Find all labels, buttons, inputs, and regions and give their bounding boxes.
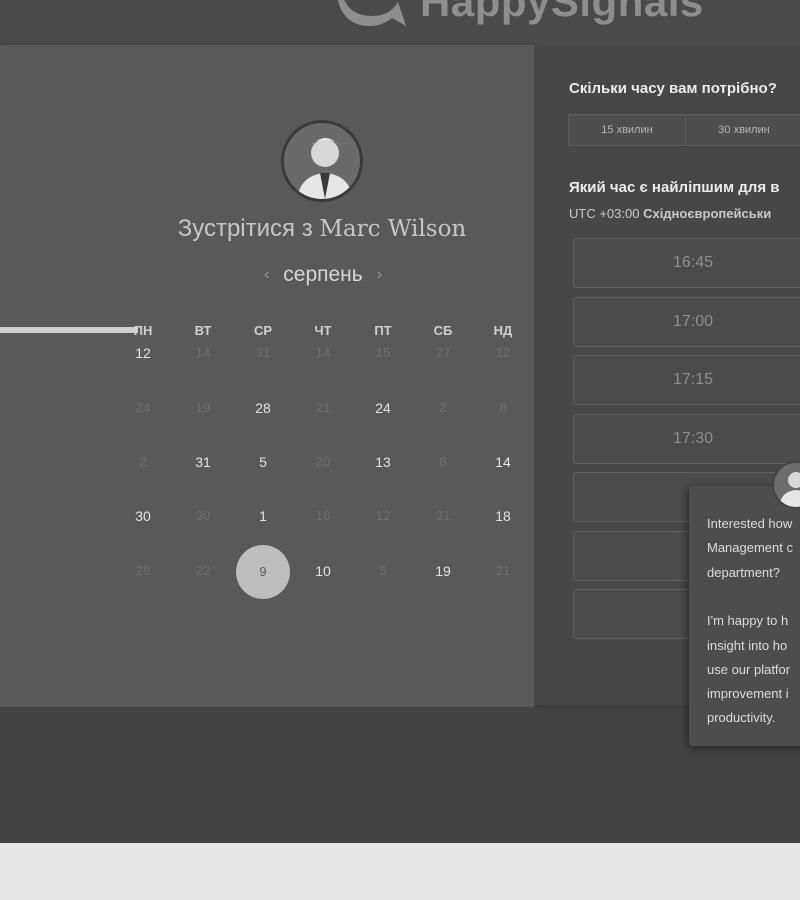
calendar-day: 19 bbox=[195, 400, 211, 415]
time-question: Який час є найліпшим для в bbox=[569, 179, 780, 196]
calendar-day: 16 bbox=[315, 508, 331, 523]
chat-text-line: Management c bbox=[707, 540, 793, 556]
calendar-day: 21 bbox=[315, 400, 331, 415]
chat-text-line: insight into ho bbox=[707, 637, 788, 653]
weekday-header: ВТ bbox=[194, 323, 212, 338]
timezone-selector[interactable]: UTC +03:00 Східноєвропейськи bbox=[569, 206, 771, 221]
chat-text-line: improvement i bbox=[707, 686, 789, 702]
next-month-icon[interactable]: › bbox=[377, 266, 382, 284]
calendar-day: 27 bbox=[435, 345, 451, 360]
calendar-day[interactable]: 12 bbox=[118, 345, 168, 361]
footer-band bbox=[0, 707, 800, 843]
weekday-header: ЧТ bbox=[314, 323, 332, 338]
weekday-header: ПТ bbox=[374, 323, 392, 338]
duration-15-button[interactable]: 15 хвилин bbox=[569, 115, 686, 145]
calendar-day: 20 bbox=[315, 454, 331, 469]
duration-selector: 15 хвилин 30 хвилин bbox=[568, 114, 800, 146]
calendar-day[interactable]: 31 bbox=[178, 454, 228, 470]
calendar-day[interactable]: 13 bbox=[358, 454, 408, 470]
page-overlay: HappySignals Зустрітися з Marc Wilson ‹ … bbox=[0, 0, 800, 843]
logo-text: HappySignals bbox=[420, 0, 704, 25]
calendar-day: 14 bbox=[315, 345, 331, 360]
chat-text-line: I'm happy to h bbox=[707, 613, 789, 629]
calendar-day[interactable]: 1 bbox=[238, 508, 288, 524]
timezone-name: Східноєвропейськи bbox=[643, 206, 772, 221]
weekday-header: СР bbox=[253, 323, 273, 338]
calendar-day: 8 bbox=[439, 454, 447, 469]
calendar-day: 24 bbox=[135, 400, 151, 415]
weekday-header: НД bbox=[493, 323, 513, 338]
calendar-day: 21 bbox=[495, 563, 511, 578]
calendar-day: 12 bbox=[375, 508, 391, 523]
chat-text-line: use our platfor bbox=[707, 661, 791, 677]
calendar-day: 28 bbox=[135, 563, 151, 578]
weekday-header: СБ bbox=[433, 323, 453, 338]
chat-text-line: department? bbox=[707, 564, 780, 580]
calendar-day[interactable]: 14 bbox=[478, 454, 528, 470]
calendar-day: 22 bbox=[195, 563, 211, 578]
calendar-day: 15 bbox=[375, 345, 391, 360]
calendar-day: 2 bbox=[439, 400, 447, 415]
calendar-day[interactable]: 5 bbox=[238, 454, 288, 470]
calendar-day[interactable]: 24 bbox=[358, 400, 408, 416]
calendar-day: 30 bbox=[195, 508, 211, 523]
calendar-day[interactable]: 10 bbox=[298, 563, 348, 579]
calendar-day[interactable]: 19 bbox=[418, 563, 468, 579]
time-slot[interactable]: 17:15 bbox=[573, 355, 800, 405]
month-navigator: ‹ серпень › bbox=[248, 259, 398, 291]
prev-month-icon[interactable]: ‹ bbox=[264, 266, 269, 284]
calendar-panel: Зустрітися з Marc Wilson ‹ серпень › ПН В… bbox=[0, 45, 534, 707]
meeting-title-prefix: Зустрітися з bbox=[177, 215, 313, 242]
time-slot[interactable]: 16:45 bbox=[573, 238, 800, 288]
chat-popup[interactable]: Interested how Management c department? I'm… bbox=[689, 486, 800, 746]
chat-text-line: productivity. bbox=[707, 710, 776, 726]
host-name: Marc Wilson bbox=[319, 216, 467, 242]
calendar-day[interactable]: 28 bbox=[238, 400, 288, 416]
time-slot[interactable]: 17:30 bbox=[573, 413, 800, 464]
weekday-header: ПН bbox=[133, 323, 153, 338]
duration-question: Скільки часу вам потрібно? bbox=[569, 80, 777, 97]
calendar-day[interactable]: 30 bbox=[118, 508, 168, 524]
calendar-day[interactable]: 18 bbox=[478, 508, 528, 524]
calendar-day: 31 bbox=[255, 345, 271, 360]
host-avatar bbox=[281, 120, 363, 202]
calendar-day: 14 bbox=[195, 345, 211, 360]
chat-text-line: Interested how bbox=[707, 516, 793, 531]
month-label: серпень bbox=[283, 263, 363, 286]
calendar-day: 5 bbox=[379, 563, 387, 578]
duration-30-button[interactable]: 30 хвилин bbox=[686, 115, 800, 145]
logo-speech-bubble-icon bbox=[337, 0, 406, 26]
time-slot[interactable]: 17:00 bbox=[573, 296, 800, 347]
calendar-day: 2 bbox=[139, 454, 147, 469]
calendar-day: 31 bbox=[435, 508, 451, 523]
header-bar: HappySignals bbox=[0, 0, 800, 45]
calendar-day: 8 bbox=[499, 400, 507, 415]
calendar-day: 12 bbox=[495, 345, 511, 360]
timezone-offset: UTC +03:00 bbox=[569, 206, 640, 221]
calendar-day-selected[interactable]: 9 bbox=[236, 545, 290, 599]
